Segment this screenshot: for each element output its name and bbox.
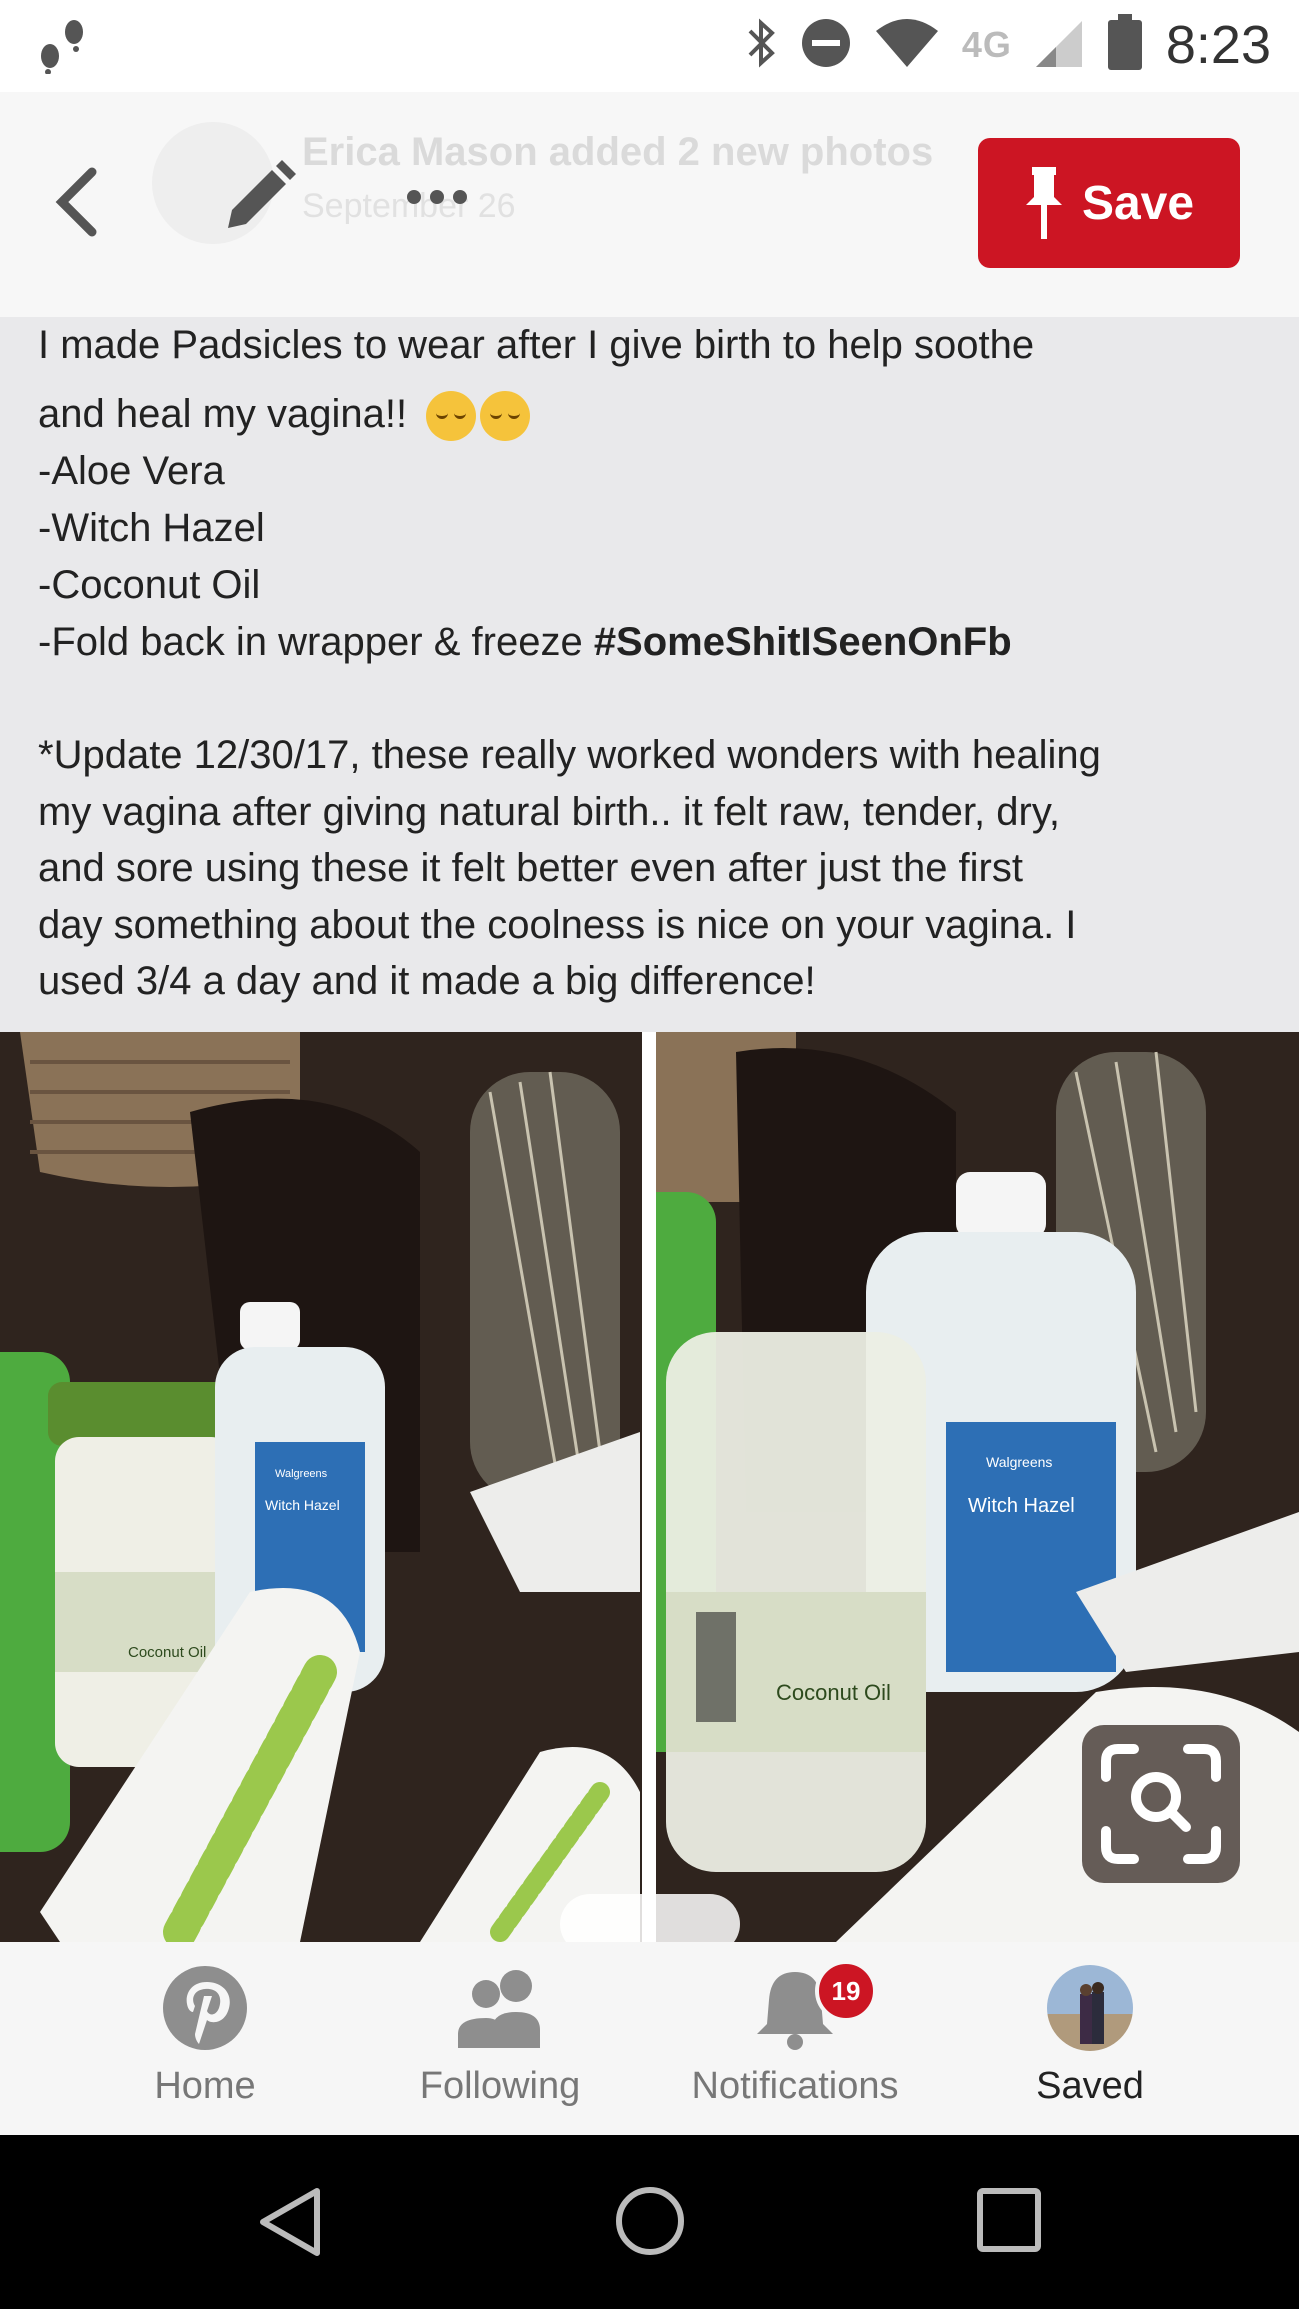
clock: 8:23: [1165, 15, 1271, 75]
update-line: *Update 12/30/17, these really worked wo…: [38, 733, 1101, 777]
system-recents-button[interactable]: [976, 2187, 1042, 2258]
photo-label: Walgreens: [986, 1454, 1052, 1470]
post-line-text: and heal my vagina!!: [38, 392, 408, 436]
nav-label: Notifications: [691, 2065, 899, 2107]
save-button[interactable]: Save: [978, 138, 1240, 268]
hashtag: #SomeShitISeenOnFb: [593, 620, 1012, 664]
wifi-icon: [874, 17, 940, 74]
do-not-disturb-icon: [800, 17, 852, 74]
back-button[interactable]: [48, 162, 108, 242]
post-line: -Witch Hazel: [38, 506, 265, 550]
chevron-left-icon: [55, 167, 97, 237]
edit-button[interactable]: [218, 158, 298, 238]
triangle-back-icon: [260, 2188, 320, 2256]
nav-saved[interactable]: Saved: [960, 1964, 1220, 2108]
system-nav-bar: [0, 2135, 1299, 2309]
square-recents-icon: [977, 2188, 1041, 2252]
nav-label: Home: [154, 2065, 256, 2107]
circle-home-icon: [616, 2187, 684, 2255]
bluetooth-icon: [744, 17, 778, 74]
bottom-nav: Home Following 19 Notifications Saved: [0, 1942, 1299, 2135]
post-line: I made Padsicles to wear after I give bi…: [38, 323, 1035, 367]
post-line: -Fold back in wrapper & freeze #SomeShit…: [38, 614, 1268, 671]
signal-icon: [1034, 17, 1084, 74]
photo-label: Witch Hazel: [968, 1495, 1075, 1517]
update-line: day something about the coolness is nice…: [38, 902, 1077, 947]
footprints-icon: [36, 14, 92, 79]
status-bar: 4G 8:23: [0, 0, 1299, 92]
nav-label: Saved: [1036, 2065, 1144, 2107]
nav-label: Following: [419, 2065, 581, 2107]
nav-notifications[interactable]: 19 Notifications: [665, 1960, 925, 2108]
visual-search-icon: [1101, 1744, 1221, 1864]
pencil-icon: [228, 160, 296, 228]
pinterest-logo-icon: [163, 1966, 247, 2050]
system-back-button[interactable]: [255, 2185, 325, 2264]
post-line: -Coconut Oil: [38, 563, 261, 607]
battery-icon: [1106, 13, 1144, 77]
top-bar: Erica Mason added 2 new photos September…: [0, 92, 1299, 317]
ghost-author-text: Erica Mason added 2 new photos: [302, 130, 934, 174]
people-icon: [458, 1970, 540, 2048]
notification-badge: 19: [815, 1960, 877, 2022]
photo-label: Coconut Oil: [128, 1644, 206, 1661]
pin-icon: [1025, 167, 1062, 239]
system-home-button[interactable]: [614, 2185, 686, 2262]
visual-search-button[interactable]: [1082, 1725, 1240, 1883]
post-line: and heal my vagina!!: [38, 386, 1268, 443]
update-line: my vagina after giving natural birth.. i…: [38, 789, 1060, 834]
post-line: -Aloe Vera: [38, 449, 225, 493]
nav-home[interactable]: Home: [75, 1964, 335, 2108]
more-dots-icon: [407, 190, 467, 204]
nav-following[interactable]: Following: [370, 1964, 630, 2108]
update-line: used 3/4 a day and it made a big differe…: [38, 959, 816, 1003]
post-line-text: -Fold back in wrapper & freeze: [38, 620, 594, 664]
network-type: 4G: [961, 24, 1012, 65]
relieved-face-icon: [426, 391, 477, 442]
photo-label: Witch Hazel: [265, 1497, 340, 1513]
more-options-button[interactable]: [404, 172, 470, 222]
photo-label: Walgreens: [275, 1468, 328, 1480]
photo-left[interactable]: Coconut Oil Witch Hazel Walgreens: [0, 1032, 642, 1942]
avatar: [1047, 1965, 1133, 2051]
relieved-face-icon: [480, 391, 531, 442]
post-text-area: I made Padsicles to wear after I give bi…: [0, 317, 1299, 1032]
update-line: and sore using these it felt better even…: [38, 846, 1023, 890]
save-button-label: Save: [1081, 176, 1195, 230]
photo-label: Coconut Oil: [776, 1680, 891, 1705]
